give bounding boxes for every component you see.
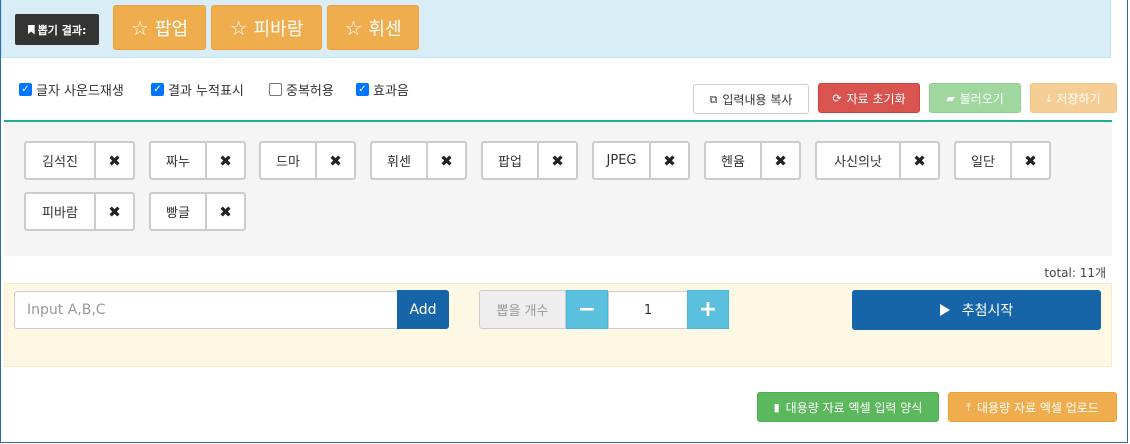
close-icon: ✖ [108, 151, 121, 170]
excel-upload-button[interactable]: ⤒ 대용량 자료 엑셀 업로드 [948, 392, 1117, 422]
delete-item-button[interactable]: ✖ [537, 141, 578, 180]
load-button[interactable]: ▰ 불러오기 [929, 83, 1021, 113]
item-chip: 일단 ✖ [954, 141, 1051, 180]
start-draw-button[interactable]: 추첨시작 [852, 290, 1101, 330]
copy-input-button[interactable]: ⧉ 입력내용 복사 [693, 84, 809, 114]
item-chip: 빵글 ✖ [149, 192, 246, 231]
close-icon: ✖ [108, 202, 121, 221]
delete-item-button[interactable]: ✖ [94, 141, 135, 180]
item-label: 일단 [954, 141, 1010, 180]
winner-badge: ☆ 팝업 [113, 5, 206, 50]
item-label: 헨윰 [704, 141, 760, 180]
option-effect[interactable]: ✓ 효과음 [356, 80, 409, 99]
delete-item-button[interactable]: ✖ [205, 192, 246, 231]
delete-item-button[interactable]: ✖ [315, 141, 356, 180]
delete-item-button[interactable]: ✖ [1010, 141, 1051, 180]
item-chip: 휘센 ✖ [370, 141, 467, 180]
save-button[interactable]: ⤓ 저장하기 [1030, 83, 1117, 113]
play-icon [939, 304, 950, 316]
item-label: 빵글 [149, 192, 205, 231]
item-chip: 헨윰 ✖ [704, 141, 801, 180]
folder-open-icon: ▰ [946, 91, 955, 105]
item-chip: 짜누 ✖ [149, 141, 246, 180]
download-icon: ⤓ [1046, 91, 1052, 105]
item-label: 휘센 [370, 141, 426, 180]
delete-item-button[interactable]: ✖ [426, 141, 467, 180]
item-label: JPEG [592, 141, 649, 180]
close-icon: ✖ [219, 202, 232, 221]
close-icon: ✖ [774, 151, 787, 170]
checkbox-effect[interactable]: ✓ [356, 83, 369, 96]
result-bar: 뽑기 결과: ☆ 팝업 ☆ 피바람 ☆ 휘센 [1, 0, 1111, 58]
item-chip: JPEG ✖ [592, 141, 690, 180]
item-label: 드마 [259, 141, 315, 180]
bookmark-icon [27, 24, 35, 35]
star-icon: ☆ [344, 15, 363, 40]
option-sound[interactable]: ✓ 글자 사운드재생 [19, 80, 124, 99]
delete-item-button[interactable]: ✖ [760, 141, 801, 180]
item-label: 팝업 [481, 141, 537, 180]
decrement-button[interactable]: − [566, 290, 608, 329]
item-label: 김석진 [24, 141, 94, 180]
refresh-icon: ⟳ [832, 91, 842, 105]
option-duplicate[interactable]: 중복허용 [269, 80, 334, 99]
count-label: 뽑을 개수 [479, 290, 566, 329]
reset-data-button[interactable]: ⟳ 자료 초기화 [818, 83, 920, 113]
delete-item-button[interactable]: ✖ [899, 141, 940, 180]
upload-icon: ⤒ [966, 400, 971, 414]
item-chip: 사신의낫 ✖ [815, 141, 940, 180]
checkbox-sound[interactable]: ✓ [19, 83, 32, 96]
delete-item-button[interactable]: ✖ [94, 192, 135, 231]
close-icon: ✖ [663, 151, 676, 170]
total-count: total: 11개 [1044, 266, 1106, 280]
close-icon: ✖ [440, 151, 453, 170]
excel-form-button[interactable]: ▮ 대용량 자료 엑셀 입력 양식 [757, 392, 939, 422]
item-chip: 피바람 ✖ [24, 192, 135, 231]
delete-item-button[interactable]: ✖ [649, 141, 690, 180]
star-icon: ☆ [130, 15, 149, 40]
file-icon: ▮ [773, 400, 780, 414]
item-chip: 팝업 ✖ [481, 141, 578, 180]
option-accumulate[interactable]: ✓ 결과 누적표시 [151, 80, 244, 99]
result-label-text: 뽑기 결과: [37, 23, 87, 37]
close-icon: ✖ [913, 151, 926, 170]
checkbox-duplicate[interactable] [269, 83, 282, 96]
close-icon: ✖ [329, 151, 342, 170]
close-icon: ✖ [1024, 151, 1037, 170]
count-input[interactable]: 1 [608, 291, 688, 329]
checkbox-accumulate[interactable]: ✓ [151, 83, 164, 96]
increment-button[interactable]: + [687, 290, 729, 329]
item-label: 사신의낫 [815, 141, 899, 180]
item-label: 피바람 [24, 192, 94, 231]
item-input[interactable] [14, 291, 398, 329]
add-button[interactable]: Add [397, 290, 449, 329]
result-label: 뽑기 결과: [15, 14, 99, 45]
close-icon: ✖ [551, 151, 564, 170]
item-chip: 김석진 ✖ [24, 141, 135, 180]
copy-icon: ⧉ [709, 92, 718, 106]
winner-badge: ☆ 휘센 [327, 5, 419, 50]
close-icon: ✖ [219, 151, 232, 170]
star-icon: ☆ [229, 15, 248, 40]
delete-item-button[interactable]: ✖ [205, 141, 246, 180]
winner-badge: ☆ 피바람 [211, 5, 322, 50]
item-chip: 드마 ✖ [259, 141, 356, 180]
item-label: 짜누 [149, 141, 205, 180]
